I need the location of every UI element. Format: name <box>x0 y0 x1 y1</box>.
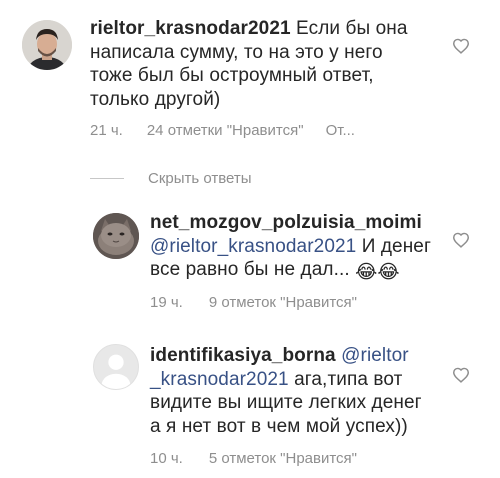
comment-1-meta: 21 ч. 24 отметки "Нравится" От... <box>90 122 355 139</box>
default-avatar-icon <box>94 345 138 389</box>
comment-1-time: 21 ч. <box>90 122 123 139</box>
comment-3-likes[interactable]: 5 отметок "Нравится" <box>209 450 357 467</box>
comment-2-likes[interactable]: 9 отметок "Нравится" <box>209 294 357 311</box>
like-heart-icon[interactable] <box>452 232 470 248</box>
avatar-net-mozgov[interactable] <box>93 213 139 259</box>
laughing-emoji-icon: 😂😂 <box>355 262 400 283</box>
avatar-rieltor[interactable] <box>22 20 72 70</box>
comment-2-mention[interactable]: @rieltor_krasnodar2021 <box>150 236 356 257</box>
hide-replies-label: Скрыть ответы <box>148 170 252 187</box>
divider-line <box>90 178 124 179</box>
like-heart-icon[interactable] <box>452 367 470 383</box>
comment-3-mention[interactable]: @rieltor <box>341 345 409 366</box>
comment-1-username[interactable]: rieltor_krasnodar2021 <box>90 18 291 39</box>
comment-2-time: 19 ч. <box>150 294 183 311</box>
comment-1-likes[interactable]: 24 отметки "Нравится" <box>147 122 304 139</box>
user-photo-icon <box>22 20 72 70</box>
comment-1-text: rieltor_krasnodar2021 Если бы она написа… <box>90 18 408 110</box>
comment-2-meta: 19 ч. 9 отметок "Нравится" <box>150 294 357 311</box>
comments-screen: rieltor_krasnodar2021 Если бы она написа… <box>0 0 500 478</box>
like-heart-icon[interactable] <box>452 38 470 54</box>
comment-3-text: identifikasiya_borna @rieltor _krasnodar… <box>150 345 422 437</box>
comment-3-username[interactable]: identifikasiya_borna <box>150 345 336 366</box>
hide-replies-button[interactable]: Скрыть ответы <box>90 170 252 187</box>
comment-3-meta: 10 ч. 5 отметок "Нравится" <box>150 450 357 467</box>
comment-2-text: net_mozgov_polzuisia_moimi @rieltor_kras… <box>150 212 431 283</box>
avatar-identifikasiya[interactable] <box>93 344 139 390</box>
comment-2-username[interactable]: net_mozgov_polzuisia_moimi <box>150 212 422 233</box>
comment-1-reply-button[interactable]: От... <box>326 122 355 139</box>
cat-photo-icon <box>93 213 139 259</box>
comment-3-time: 10 ч. <box>150 450 183 467</box>
